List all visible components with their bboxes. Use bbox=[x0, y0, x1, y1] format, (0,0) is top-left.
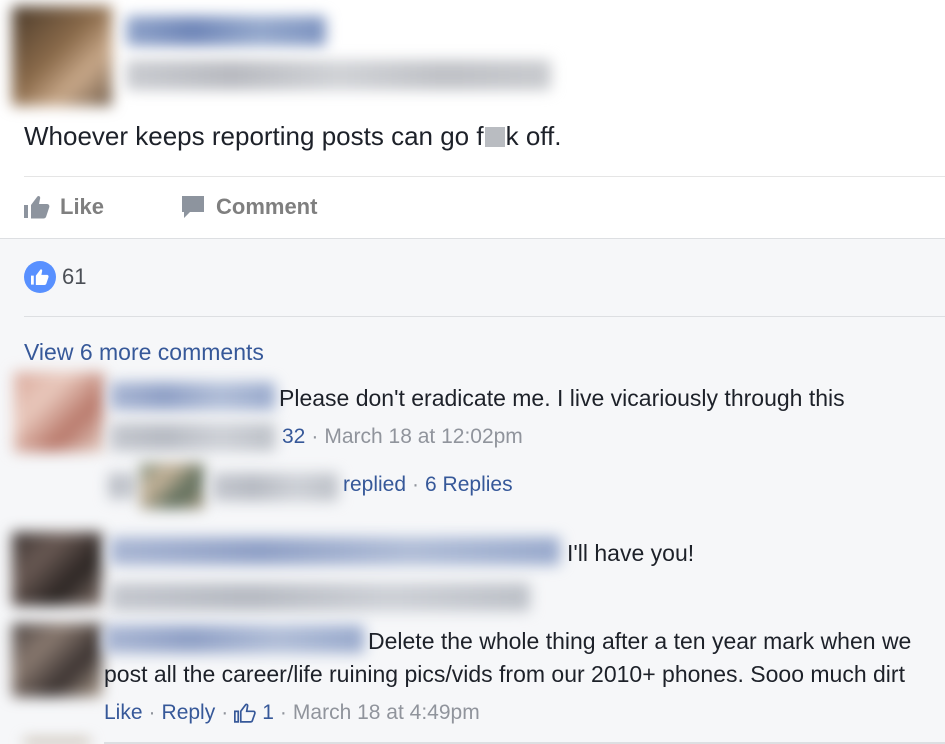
comment-reply-link[interactable]: Reply bbox=[162, 701, 216, 725]
comment-like-count[interactable]: 1 bbox=[262, 701, 274, 725]
separator: · bbox=[311, 425, 319, 448]
author-avatar[interactable] bbox=[12, 6, 112, 106]
comment-timestamp[interactable]: March 18 at 12:02pm bbox=[324, 425, 522, 449]
comment-like-count[interactable]: 32 bbox=[282, 425, 305, 449]
comment-avatar[interactable] bbox=[14, 372, 104, 452]
comment-text-line1: Delete the whole thing after a ten year … bbox=[368, 628, 912, 654]
comment-actions-redacted bbox=[110, 583, 530, 611]
commenter-name-redacted[interactable] bbox=[104, 625, 364, 653]
like-reaction-icon bbox=[24, 261, 56, 293]
post-meta-redacted bbox=[126, 60, 551, 90]
post-text-start: Whoever keeps reporting posts can go f bbox=[24, 121, 484, 151]
comment-text: Please don't eradicate me. I live vicari… bbox=[279, 385, 845, 411]
divider bbox=[24, 316, 945, 317]
post-text: Whoever keeps reporting posts can go f k … bbox=[24, 120, 561, 152]
comment-label: Comment bbox=[216, 194, 318, 219]
comment-text: I'll have you! bbox=[567, 540, 695, 566]
separator: · bbox=[412, 473, 420, 496]
reply-avatar[interactable] bbox=[140, 463, 204, 509]
censor-block bbox=[484, 127, 505, 147]
author-name-redacted[interactable] bbox=[126, 16, 326, 46]
comment-text-line2: post all the career/life ruining pics/vi… bbox=[104, 661, 905, 687]
thumbs-up-icon bbox=[24, 195, 50, 219]
next-comment-avatar[interactable] bbox=[24, 739, 90, 744]
thumbs-up-outline-icon[interactable] bbox=[234, 702, 256, 724]
replier-name-redacted[interactable] bbox=[212, 473, 338, 501]
replies-link[interactable]: replied · 6 Replies bbox=[343, 473, 513, 497]
post-card: Whoever keeps reporting posts can go f k … bbox=[0, 0, 945, 238]
reactions-summary[interactable]: 61 bbox=[24, 261, 86, 293]
comment-timestamp[interactable]: March 18 at 4:49pm bbox=[293, 701, 480, 725]
post-text-end: k off. bbox=[505, 121, 562, 151]
separator: · bbox=[148, 701, 156, 724]
like-button[interactable]: Like bbox=[24, 192, 104, 222]
separator: · bbox=[221, 701, 229, 724]
reaction-count: 61 bbox=[62, 264, 87, 289]
replies-count[interactable]: 6 Replies bbox=[425, 473, 513, 497]
divider bbox=[24, 176, 945, 177]
separator: · bbox=[279, 701, 287, 724]
comment-avatar[interactable] bbox=[12, 623, 102, 697]
comment-bubble-icon bbox=[182, 196, 204, 218]
like-label: Like bbox=[60, 194, 105, 219]
commenter-name-redacted[interactable] bbox=[110, 537, 560, 565]
view-more-comments-link[interactable]: View 6 more comments bbox=[24, 339, 264, 366]
replied-label[interactable]: replied bbox=[343, 473, 406, 497]
comments-section: 61 View 6 more comments Please don't era… bbox=[0, 238, 945, 744]
reply-icon-redacted bbox=[108, 473, 138, 499]
comment-like-link[interactable]: Like bbox=[104, 701, 143, 725]
comment-meta: 32 · March 18 at 12:02pm bbox=[282, 425, 523, 449]
comment-actions-redacted bbox=[110, 423, 275, 451]
commenter-name-redacted[interactable] bbox=[110, 382, 275, 410]
comment-avatar[interactable] bbox=[12, 532, 102, 606]
comment-meta: Like · Reply · 1 · March 18 at 4:49pm bbox=[104, 701, 480, 725]
comment-button[interactable]: Comment bbox=[180, 192, 317, 222]
